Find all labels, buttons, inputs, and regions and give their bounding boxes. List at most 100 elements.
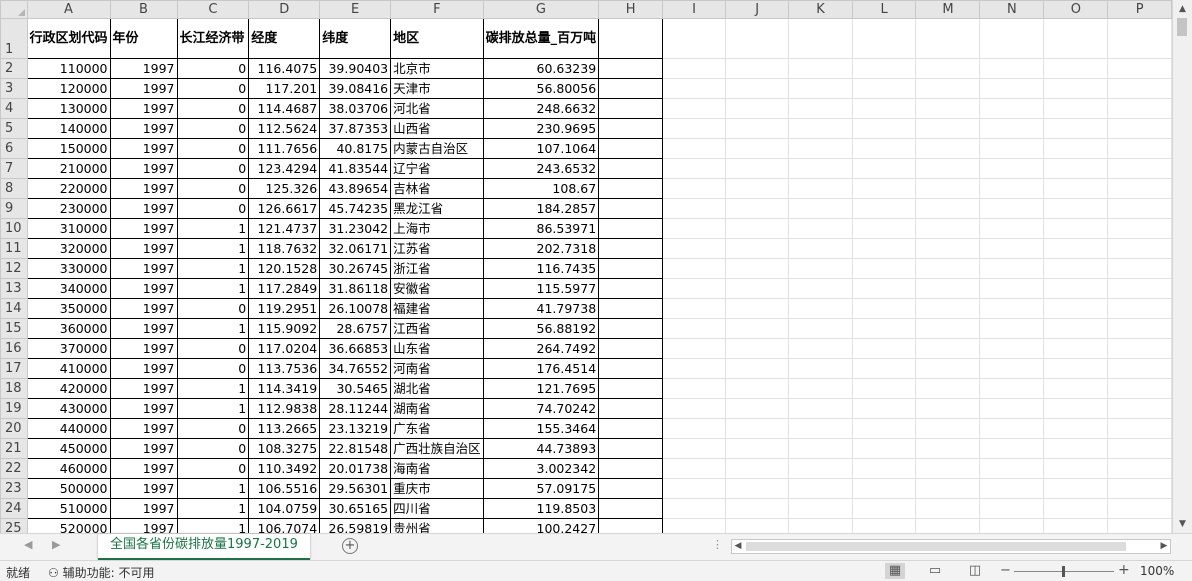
cell[interactable]: 31.23042 xyxy=(319,218,392,239)
cell[interactable] xyxy=(662,218,727,239)
cell[interactable] xyxy=(788,118,853,139)
cell[interactable]: 155.3464 xyxy=(482,418,600,439)
cell[interactable] xyxy=(788,58,853,79)
cell[interactable]: 34.76552 xyxy=(319,358,392,379)
cell[interactable] xyxy=(788,218,853,239)
cell[interactable] xyxy=(979,178,1045,199)
cell[interactable]: 106.5516 xyxy=(248,478,321,499)
cell[interactable]: 0 xyxy=(176,138,250,159)
cell[interactable] xyxy=(725,98,790,119)
cell[interactable] xyxy=(915,438,981,459)
cell[interactable] xyxy=(915,178,981,199)
cell[interactable] xyxy=(598,158,664,179)
cell[interactable]: 110000 xyxy=(26,58,111,79)
cell[interactable] xyxy=(979,298,1045,319)
cell[interactable] xyxy=(1107,138,1172,159)
cell[interactable]: 264.7492 xyxy=(482,338,600,359)
cell[interactable] xyxy=(979,478,1045,499)
cell[interactable]: 0 xyxy=(176,118,250,139)
cell[interactable] xyxy=(915,218,981,239)
cell[interactable]: 1997 xyxy=(109,438,178,459)
cell[interactable]: 湖南省 xyxy=(390,398,484,419)
cell[interactable] xyxy=(662,158,727,179)
cell[interactable]: 41.79738 xyxy=(482,298,600,319)
cell[interactable]: 内蒙古自治区 xyxy=(390,138,484,159)
cell[interactable] xyxy=(979,378,1045,399)
cell[interactable]: 56.80056 xyxy=(482,78,600,99)
cell[interactable]: 1 xyxy=(176,278,250,299)
cell[interactable] xyxy=(788,178,853,199)
cell[interactable]: 130000 xyxy=(26,98,111,119)
cell[interactable]: 1997 xyxy=(109,358,178,379)
cell[interactable]: 1 xyxy=(176,518,250,533)
cell[interactable]: 海南省 xyxy=(390,458,484,479)
column-header-P[interactable]: P xyxy=(1107,0,1172,19)
cell[interactable]: 0 xyxy=(176,58,250,79)
cell[interactable] xyxy=(1107,358,1172,379)
cell[interactable]: 230000 xyxy=(26,198,111,219)
cell[interactable]: 150000 xyxy=(26,138,111,159)
cell[interactable]: 1997 xyxy=(109,158,178,179)
cell[interactable] xyxy=(598,518,664,533)
cell[interactable] xyxy=(1107,198,1172,219)
column-header-G[interactable]: G xyxy=(482,0,600,19)
cell[interactable]: 119.2951 xyxy=(248,298,321,319)
cell[interactable] xyxy=(1107,178,1172,199)
cell[interactable]: 140000 xyxy=(26,118,111,139)
zoom-out-button[interactable]: − xyxy=(1000,563,1011,578)
row-header[interactable]: 20 xyxy=(0,418,28,439)
cell[interactable] xyxy=(1043,358,1109,379)
column-header-K[interactable]: K xyxy=(788,0,853,19)
cell[interactable] xyxy=(1043,478,1109,499)
cell[interactable]: 年份 xyxy=(109,18,178,59)
cell[interactable]: 29.56301 xyxy=(319,478,392,499)
cell[interactable]: 1997 xyxy=(109,58,178,79)
column-header-D[interactable]: D xyxy=(248,0,321,19)
cell[interactable] xyxy=(915,478,981,499)
cell[interactable]: 吉林省 xyxy=(390,178,484,199)
cell[interactable]: 23.13219 xyxy=(319,418,392,439)
cell[interactable]: 117.201 xyxy=(248,78,321,99)
cell[interactable]: 115.9092 xyxy=(248,318,321,339)
cell[interactable] xyxy=(598,478,664,499)
cell[interactable]: 176.4514 xyxy=(482,358,600,379)
cell[interactable] xyxy=(915,298,981,319)
row-header[interactable]: 13 xyxy=(0,278,28,299)
column-header-H[interactable]: H xyxy=(598,0,664,19)
cell[interactable] xyxy=(979,458,1045,479)
cell[interactable] xyxy=(851,278,917,299)
cell[interactable] xyxy=(851,58,917,79)
cell[interactable] xyxy=(979,518,1045,533)
cell[interactable]: 40.8175 xyxy=(319,138,392,159)
cell[interactable] xyxy=(979,58,1045,79)
cell[interactable] xyxy=(851,498,917,519)
cell[interactable] xyxy=(725,338,790,359)
row-header[interactable]: 14 xyxy=(0,298,28,319)
cell[interactable]: 248.6632 xyxy=(482,98,600,119)
cell[interactable] xyxy=(725,18,790,59)
cell[interactable] xyxy=(662,498,727,519)
tab-prev-icon[interactable]: ◀ xyxy=(24,538,32,551)
cell[interactable] xyxy=(851,158,917,179)
cell[interactable] xyxy=(725,378,790,399)
cell[interactable] xyxy=(662,358,727,379)
cell[interactable] xyxy=(1043,198,1109,219)
cell[interactable] xyxy=(662,98,727,119)
row-header[interactable]: 5 xyxy=(0,118,28,139)
cell[interactable]: 行政区划代码 xyxy=(26,18,111,59)
cell[interactable]: 广东省 xyxy=(390,418,484,439)
cell[interactable]: 184.2857 xyxy=(482,198,600,219)
cell[interactable]: 黑龙江省 xyxy=(390,198,484,219)
cell[interactable]: 104.0759 xyxy=(248,498,321,519)
cell[interactable] xyxy=(1043,278,1109,299)
cell[interactable] xyxy=(915,378,981,399)
cell[interactable]: 56.88192 xyxy=(482,318,600,339)
cell[interactable] xyxy=(598,238,664,259)
horizontal-scroll-thumb[interactable] xyxy=(746,542,1126,551)
cell[interactable] xyxy=(1043,378,1109,399)
cell[interactable]: 117.2849 xyxy=(248,278,321,299)
cell[interactable] xyxy=(788,478,853,499)
cell[interactable] xyxy=(788,438,853,459)
cell[interactable] xyxy=(725,398,790,419)
cell[interactable]: 370000 xyxy=(26,338,111,359)
